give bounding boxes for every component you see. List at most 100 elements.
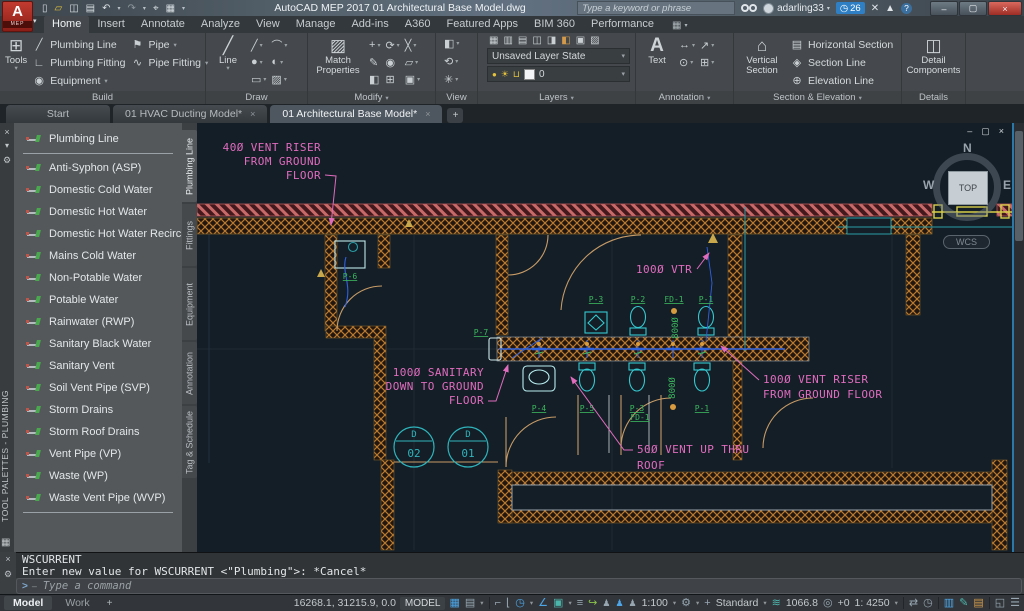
new-tab-button[interactable]: + [447,108,463,123]
panel-label-view[interactable]: View [436,91,477,104]
command-input[interactable] [41,579,1016,593]
tab-home[interactable]: Home [44,16,89,33]
palette-item-potable-water[interactable]: Potable Water [14,289,182,311]
customization-menu-icon[interactable]: ☰ [1010,596,1020,611]
layer-tool-1[interactable]: ▦ [489,35,498,46]
recent-commands-icon[interactable]: – [32,581,37,591]
drawing-area[interactable]: P-3 P-2 FD-1 P-1 P-4 P-5 P-3 FD-1 P-1 P-… [197,123,1014,552]
autoscale-icon[interactable]: ♟ [615,596,623,611]
palette-item-soil-vent-pipe[interactable]: Soil Vent Pipe (SVP) [14,377,182,399]
palette-autohide-icon[interactable]: ▾ [0,141,14,150]
elevation-line-button[interactable]: ⊕ Elevation Line [790,73,893,88]
viewport-close-icon[interactable]: × [999,126,1004,137]
panel-label-annotation[interactable]: Annotation▾ [636,91,733,104]
application-menu-button[interactable]: A MEP [2,1,33,32]
rotate-button[interactable]: ⟳▾ [385,38,399,52]
palette-item-plumbing-line[interactable]: Plumbing Line [14,128,182,150]
annotation-scale-icon[interactable]: ♟ [629,596,637,611]
viewport-minimize-icon[interactable]: – [967,126,972,137]
redo-caret-icon[interactable]: ▾ [143,5,146,12]
panel-label-details[interactable]: Details [902,91,965,104]
user-caret-icon[interactable]: ▾ [827,5,830,12]
grid-toggle-icon[interactable]: ▦ [449,596,459,611]
isolate-objects-icon[interactable]: ◎ [823,596,833,611]
annotation-vent50[interactable]: 50Ø VENT UP THRU ROOF [571,377,749,472]
view-tool-2[interactable]: ⟲▾ [444,54,472,68]
text-button[interactable]: A Text [641,36,673,66]
callout-d01[interactable]: D 01 [448,427,488,467]
dyn-caret-icon[interactable]: ▾ [568,599,571,607]
layout-tab-model[interactable]: Model [4,596,52,610]
dimension-button[interactable]: ↔▾ [679,38,695,52]
arc-button[interactable]: ⌒▾ [271,38,287,52]
pipe-button[interactable]: ⚑ Pipe ▾ [130,37,208,52]
isodraft-caret-icon[interactable]: ▾ [530,599,533,607]
palette-item-storm-roof-drains[interactable]: Storm Roof Drains [14,421,182,443]
new-layout-button[interactable]: + [103,598,117,609]
centerline-button[interactable]: ⊙▾ [679,55,695,69]
erase-button[interactable]: ✎ [369,55,380,69]
viewport-scale-value[interactable]: 1: 4250 [855,597,890,609]
palette-item-non-potable-water[interactable]: Non-Potable Water [14,267,182,289]
annotation-sanitary[interactable]: 100Ø SANITARY DOWN TO GROUND FLOOR [386,365,508,407]
palette-item-storm-drains[interactable]: Storm Drains [14,399,182,421]
layer-tool-8[interactable]: ▨ [590,35,599,46]
palette-item-domestic-hot-water-recirc[interactable]: Domestic Hot Water Recirc [14,223,182,245]
hatch-button[interactable]: ▨▾ [271,72,287,86]
palette-item-sanitary-vent[interactable]: Sanitary Vent [14,355,182,377]
palette-item-domestic-hot-water[interactable]: Domestic Hot Water [14,201,182,223]
palette-item-waste[interactable]: Waste (WP) [14,465,182,487]
view-cube-west[interactable]: W [923,178,934,192]
plumbing-line-button[interactable]: ╱ Plumbing Line [32,37,125,52]
panel-label-layers[interactable]: Layers▾ [478,91,635,104]
palette-item-waste-vent-pipe[interactable]: Waste Vent Pipe (WVP) [14,487,182,509]
layer-tool-4[interactable]: ◫ [532,35,541,46]
open-file-icon[interactable]: ▱ [55,3,63,14]
horizontal-section-button[interactable]: ▤ Horizontal Section [790,37,893,52]
workspace-value[interactable]: Standard [716,597,759,609]
dynamic-input-icon[interactable]: ▣ [553,596,563,611]
file-tab-architectural[interactable]: 01 Architectural Base Model* × [270,105,442,123]
command-tools-icon[interactable]: ⚙ [4,570,12,579]
circle-button[interactable]: ●▾ [251,55,266,69]
vertical-section-button[interactable]: ⌂ Vertical Section [739,36,785,76]
vertical-scrollbar[interactable] [1014,123,1024,552]
palette-close-icon[interactable]: × [0,127,14,137]
layer-state-dropdown[interactable]: Unsaved Layer State ▾ [487,48,630,64]
workspace-gear-icon[interactable]: ⚙ [681,596,691,611]
annotation-vtr[interactable]: 100Ø VTR [636,253,709,276]
model-space-button[interactable]: MODEL [400,597,446,610]
rectangle-button[interactable]: ▭▾ [251,72,266,86]
palette-grip-icon[interactable]: ▦ [1,537,10,548]
redo-icon[interactable]: ↷ [128,3,136,14]
tab-featured-apps[interactable]: Featured Apps [438,16,526,33]
gear-caret-icon[interactable]: ▾ [696,599,699,607]
stretch-button[interactable]: ▱▾ [405,55,420,69]
plot-icon[interactable]: ⌖ [153,3,159,14]
palette-item-sanitary-black-water[interactable]: Sanitary Black Water [14,333,182,355]
copy-button[interactable]: ◉ [385,55,399,69]
arch-tab-close-icon[interactable]: × [425,109,430,119]
tab-insert[interactable]: Insert [89,16,133,33]
revision-cloud-button[interactable]: ◐▾ [271,55,287,69]
command-prompt-icon[interactable]: > [22,581,28,592]
tab-view[interactable]: View [248,16,288,33]
pen-display-icon[interactable]: ✎ [959,596,968,611]
panel-label-build[interactable]: Build [0,91,205,104]
viewport-restore-icon[interactable]: ▢ [981,126,990,137]
panel-label-section[interactable]: Section & Elevation▾ [734,91,901,104]
trim-button[interactable]: ╳▾ [405,38,420,52]
tab-bim360[interactable]: BIM 360 [526,16,583,33]
layer-tool-5[interactable]: ◨ [547,35,556,46]
search-input[interactable] [577,1,735,15]
equipment-button[interactable]: ◉ Equipment ▾ [32,73,125,88]
pipe-fitting-button[interactable]: ∿ Pipe Fitting ▾ [130,55,208,70]
palette-properties-icon[interactable]: ⚙ [0,155,14,166]
notification-badge[interactable]: ◷ 26 [836,2,865,14]
view-tool-3[interactable]: ✳▾ [444,72,472,86]
tab-analyze[interactable]: Analyze [193,16,248,33]
panel-label-draw[interactable]: Draw [206,91,307,104]
tab-a360[interactable]: A360 [397,16,439,33]
palette-item-anti-syphon[interactable]: Anti-Syphon (ASP) [14,157,182,179]
vp-scale-caret-icon[interactable]: ▾ [895,599,898,607]
